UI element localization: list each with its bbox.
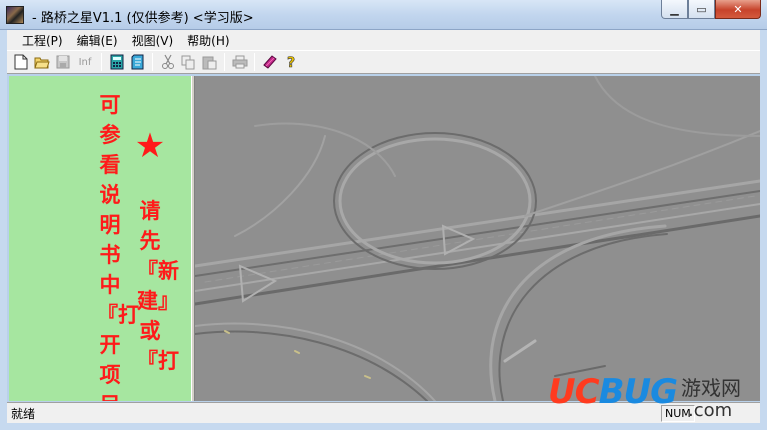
- watermark-uc: UC: [548, 372, 600, 412]
- toolbar: Inf ?: [7, 50, 760, 74]
- maximize-button[interactable]: ▭: [688, 0, 715, 19]
- star-icon: ★: [134, 126, 166, 166]
- window-frame-bottom: [0, 423, 767, 430]
- watermark-cn: 游戏网: [681, 376, 741, 400]
- embossed-road-image: [195, 76, 760, 401]
- document-icon[interactable]: [128, 53, 147, 71]
- new-file-icon[interactable]: [11, 53, 30, 71]
- minimize-button[interactable]: ▁: [661, 0, 688, 19]
- info-icon[interactable]: Inf: [74, 53, 96, 71]
- menu-bar: 工程(P) 编辑(E) 视图(V) 帮助(H): [0, 30, 767, 50]
- copy-icon[interactable]: [179, 53, 198, 71]
- close-button[interactable]: ✕: [715, 0, 761, 19]
- toolbar-separator: [152, 53, 153, 71]
- instruction-pane: 可参看说明书中『打开项目 ★ 请先『新建』或『打: [9, 76, 191, 401]
- menu-edit[interactable]: 编辑(E): [70, 32, 125, 49]
- watermark-com: .com: [688, 400, 733, 421]
- watermark-bug: BUG: [598, 372, 678, 412]
- book-icon[interactable]: [260, 53, 279, 71]
- save-icon[interactable]: [53, 53, 72, 71]
- window-frame-left: [0, 50, 7, 430]
- print-icon[interactable]: [230, 53, 249, 71]
- cut-icon[interactable]: [158, 53, 177, 71]
- help-icon[interactable]: ?: [281, 53, 300, 71]
- open-folder-icon[interactable]: [32, 53, 51, 71]
- paste-icon[interactable]: [200, 53, 219, 71]
- svg-text:?: ?: [287, 55, 295, 70]
- menu-help[interactable]: 帮助(H): [180, 32, 236, 49]
- window-frame-right: [760, 50, 767, 430]
- window-controls: ▁ ▭ ✕: [661, 0, 761, 20]
- instruction-column-2: 请先『新建』或『打: [137, 198, 179, 373]
- app-icon[interactable]: [6, 6, 24, 24]
- toolbar-separator: [101, 53, 102, 71]
- menu-project[interactable]: 工程(P): [15, 32, 70, 49]
- watermark: UC BUG 游戏网 .com: [548, 372, 741, 422]
- aerial-image-view[interactable]: [195, 76, 760, 401]
- instruction-column-1: 可参看说明书中『打开项目: [97, 92, 139, 401]
- toolbar-separator: [224, 53, 225, 71]
- menu-view[interactable]: 视图(V): [125, 32, 181, 49]
- window-title: - 路桥之星V1.1 (仅供参考) <学习版>: [32, 11, 254, 26]
- calculator-icon[interactable]: [107, 53, 126, 71]
- toolbar-separator: [254, 53, 255, 71]
- title-bar: - 路桥之星V1.1 (仅供参考) <学习版> ▁ ▭ ✕: [0, 0, 767, 30]
